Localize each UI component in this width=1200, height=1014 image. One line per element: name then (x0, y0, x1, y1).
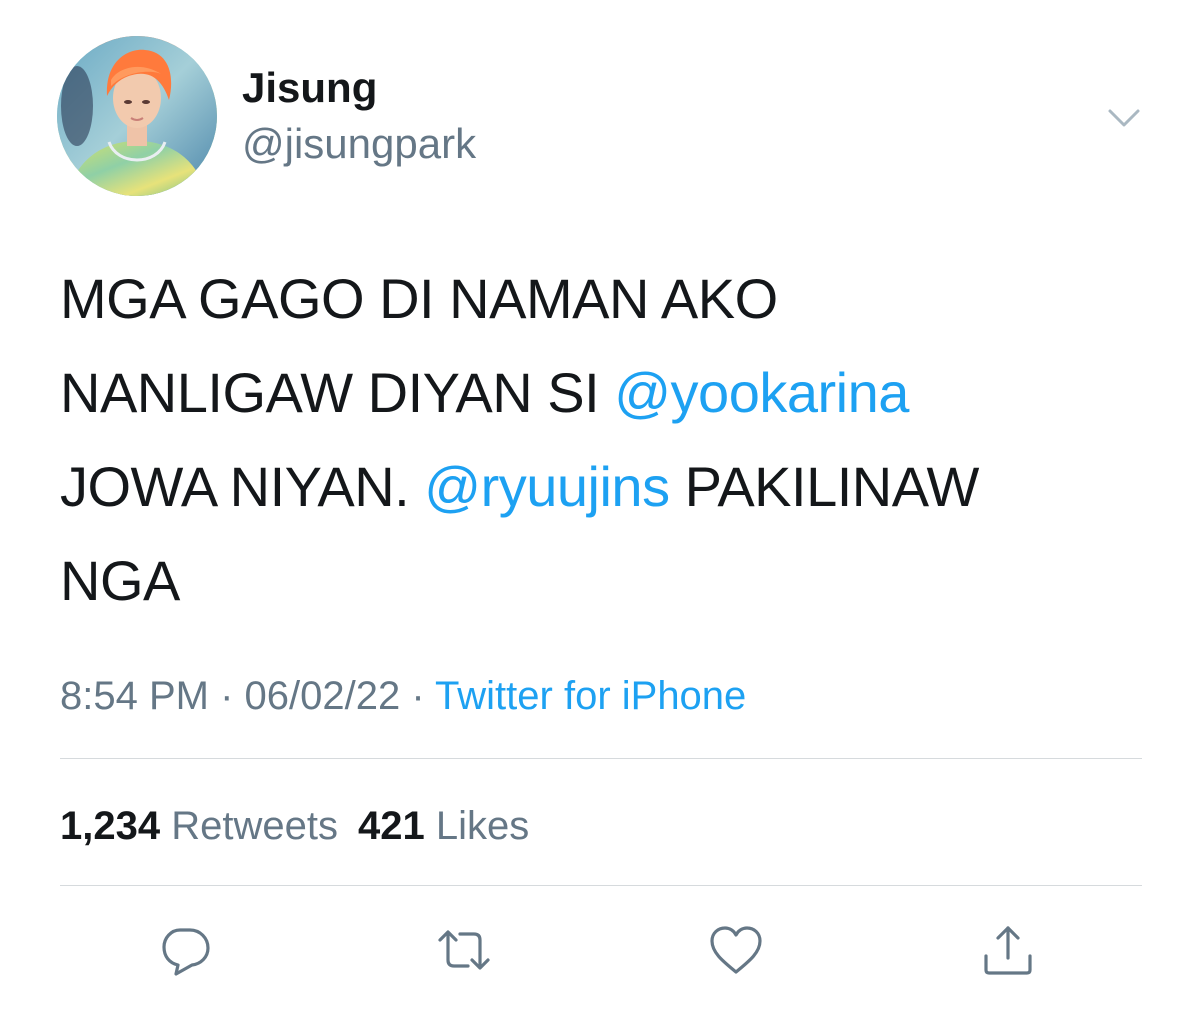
mention-link[interactable]: @yookarina (614, 361, 909, 424)
tweet-line-3: JOWA NIYAN. @ryuujins PAKILINAW (60, 440, 1150, 534)
divider (60, 758, 1142, 759)
tweet-meta: 8:54 PM · 06/02/22 · Twitter for iPhone (60, 668, 746, 724)
user-handle[interactable]: @jisungpark (242, 120, 476, 168)
mention-link[interactable]: @ryuujins (424, 455, 670, 518)
tweet-detail: Jisung @jisungpark MGA GAGO DI NAMAN AKO… (0, 0, 1200, 1014)
tweet-date: 06/02/22 (244, 674, 401, 718)
avatar[interactable] (57, 36, 217, 196)
likes-stat[interactable]: 421 Likes (358, 804, 529, 848)
tweet-text-segment: NANLIGAW DIYAN SI (60, 361, 615, 424)
tweet-line-1: MGA GAGO DI NAMAN AKO (60, 267, 778, 330)
display-name[interactable]: Jisung (242, 64, 377, 112)
divider (60, 885, 1142, 886)
retweets-label: Retweets (160, 804, 338, 848)
tweet-source-link[interactable]: Twitter for iPhone (435, 674, 746, 718)
tweet-text-segment: PAKILINAW (669, 455, 980, 518)
share-icon[interactable] (978, 920, 1038, 980)
retweets-count: 1,234 (60, 804, 161, 848)
retweet-icon[interactable] (434, 920, 494, 980)
meta-separator: · (208, 674, 245, 718)
tweet-text: MGA GAGO DI NAMAN AKO NANLIGAW DIYAN SI … (60, 252, 1150, 628)
chevron-down-icon[interactable] (1104, 98, 1144, 138)
tweet-line-4: NGA (60, 549, 180, 612)
avatar-image (57, 36, 217, 196)
reply-icon[interactable] (156, 920, 216, 980)
tweet-line-2: NANLIGAW DIYAN SI @yookarina (60, 346, 1150, 440)
retweets-stat[interactable]: 1,234 Retweets (60, 804, 338, 848)
tweet-text-segment: JOWA NIYAN. (60, 455, 425, 518)
meta-separator: · (400, 674, 436, 718)
tweet-time: 8:54 PM (60, 674, 209, 718)
heart-icon[interactable] (706, 920, 766, 980)
tweet-stats: 1,234 Retweets 421 Likes (60, 798, 529, 854)
likes-label: Likes (424, 804, 530, 848)
likes-count: 421 (357, 804, 425, 848)
